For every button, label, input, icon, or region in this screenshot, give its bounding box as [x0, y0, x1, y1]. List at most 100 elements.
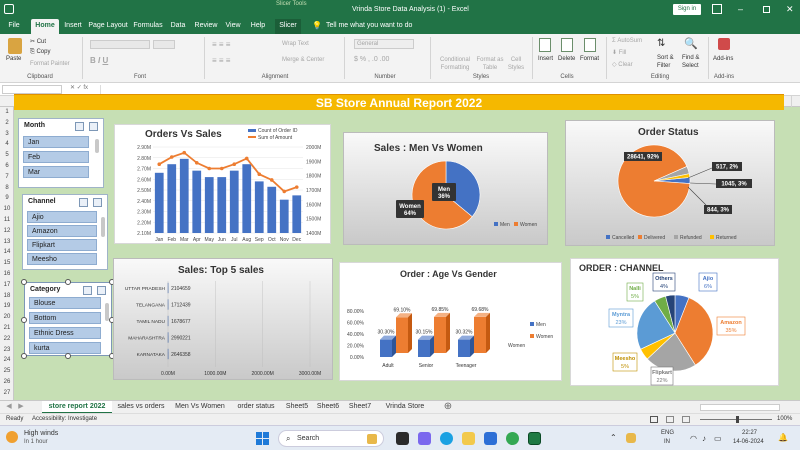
slicer-item[interactable]: Feb: [23, 151, 89, 163]
multi-select-icon[interactable]: [83, 286, 92, 295]
format-cells-icon[interactable]: [584, 38, 596, 52]
notification-icon[interactable]: 🔔: [778, 433, 788, 442]
mail-icon[interactable]: [484, 432, 497, 445]
paste-button[interactable]: Paste: [6, 56, 21, 62]
row-header-cell[interactable]: 12: [0, 226, 14, 237]
tell-me-input[interactable]: Tell me what you want to do: [326, 19, 412, 34]
row-header-cell[interactable]: 10: [0, 204, 14, 215]
slicer-item[interactable]: Mar: [23, 166, 89, 178]
tab-slicer[interactable]: Slicer: [275, 19, 301, 34]
resize-handle[interactable]: [21, 317, 27, 323]
chart-order-status[interactable]: Order Status 28641, 92% 517, 2% 1045, 3% 84…: [565, 120, 775, 246]
row-header-cell[interactable]: 17: [0, 280, 14, 291]
slicer-channel[interactable]: Channel Ajio Amazon Flipkart Meesho: [22, 194, 108, 270]
delete-cells-button[interactable]: Delete: [558, 56, 575, 62]
find-select-icon[interactable]: 🔍: [684, 37, 698, 50]
cell-styles-button[interactable]: Cell Styles: [504, 56, 528, 72]
format-as-table-button[interactable]: Format as Table: [474, 56, 506, 72]
autosave-icon[interactable]: [4, 4, 14, 14]
number-format-select[interactable]: General: [354, 39, 414, 49]
sort-filter-icon[interactable]: ⇅: [657, 38, 665, 49]
tab-data[interactable]: Data: [168, 19, 188, 34]
row-header-cell[interactable]: 5: [0, 150, 14, 161]
tab-home[interactable]: Home: [31, 19, 59, 34]
taskbar-search[interactable]: ⌕ Search: [278, 430, 384, 447]
tray-app-icon[interactable]: [626, 433, 636, 443]
page-layout-view-icon[interactable]: [666, 416, 674, 423]
normal-view-icon[interactable]: [650, 416, 658, 423]
row-header-cell[interactable]: 22: [0, 334, 14, 345]
multi-select-icon[interactable]: [75, 122, 84, 131]
row-header-cell[interactable]: 25: [0, 366, 14, 377]
format-cells-button[interactable]: Format: [580, 56, 599, 62]
slicer-scrollbar[interactable]: [101, 217, 105, 237]
ribbon-display-icon[interactable]: [712, 4, 722, 14]
bold-icon[interactable]: B I U: [90, 56, 108, 65]
file-explorer-icon[interactable]: [462, 432, 475, 445]
resize-handle[interactable]: [21, 353, 27, 359]
multi-select-icon[interactable]: [79, 198, 88, 207]
close-icon[interactable]: ✕: [786, 0, 794, 19]
wifi-icon[interactable]: ◠: [690, 434, 697, 443]
insert-cells-button[interactable]: Insert: [538, 56, 553, 62]
row-header-cell[interactable]: 23: [0, 345, 14, 356]
copy-button[interactable]: ⎘ Copy: [30, 49, 50, 56]
row-header-cell[interactable]: 24: [0, 355, 14, 366]
slicer-item[interactable]: Amazon: [27, 225, 97, 237]
paste-icon[interactable]: [8, 38, 22, 54]
row-header-cell[interactable]: 20: [0, 312, 14, 323]
row-header-cell[interactable]: 26: [0, 377, 14, 388]
slicer-item[interactable]: Meesho: [27, 253, 97, 265]
name-box[interactable]: [2, 85, 62, 94]
tab-help[interactable]: Help: [248, 19, 268, 34]
tab-insert[interactable]: Insert: [61, 19, 85, 34]
accessibility-status[interactable]: Accessibility: Investigate: [32, 416, 97, 422]
slicer-scrollbar[interactable]: [95, 139, 99, 153]
row-header-cell[interactable]: 4: [0, 139, 14, 150]
row-header-cell[interactable]: 1: [0, 107, 14, 118]
clock-time[interactable]: 22:27: [742, 430, 757, 436]
teams-icon[interactable]: [418, 432, 431, 445]
addins-button[interactable]: Add-ins: [713, 56, 733, 62]
wrap-text-button[interactable]: Wrap Text: [282, 41, 309, 47]
row-header-cell[interactable]: 9: [0, 193, 14, 204]
horizontal-scrollbar[interactable]: [700, 404, 780, 411]
slicer-item[interactable]: Jan: [23, 136, 89, 148]
language-region[interactable]: IN: [664, 439, 670, 445]
slicer-item[interactable]: kurta: [29, 342, 101, 354]
edge-icon[interactable]: [440, 432, 453, 445]
slicer-item[interactable]: Flipkart: [27, 239, 97, 251]
tab-formulas[interactable]: Formulas: [131, 19, 165, 34]
slicer-month[interactable]: Month Jan Feb Mar: [18, 118, 104, 188]
format-painter-button[interactable]: Format Painter: [30, 61, 70, 67]
chart-order-channel[interactable]: ORDER : CHANNEL Ajio 6% Amazon 35% Flipkart 2…: [570, 258, 779, 386]
clear-filter-icon[interactable]: [89, 122, 98, 131]
weather-icon[interactable]: [6, 431, 18, 443]
signin-button[interactable]: Sign in: [673, 4, 701, 15]
insert-cells-icon[interactable]: [539, 38, 551, 52]
resize-handle[interactable]: [65, 279, 71, 285]
formula-icons[interactable]: ✕ ✓ fx: [70, 84, 88, 91]
row-header-cell[interactable]: 8: [0, 183, 14, 194]
row-header-cell[interactable]: 16: [0, 269, 14, 280]
excel-icon[interactable]: [528, 432, 541, 445]
formula-input[interactable]: [100, 85, 795, 94]
clock-date[interactable]: 14-06-2024: [733, 439, 764, 445]
tab-page-layout[interactable]: Page Layout: [88, 19, 128, 34]
zoom-level[interactable]: 100%: [777, 416, 792, 422]
page-break-view-icon[interactable]: [682, 416, 690, 423]
fill-button[interactable]: ⬇ Fill: [612, 49, 626, 56]
weather-text[interactable]: High winds: [24, 430, 58, 437]
align-top-icon[interactable]: ≡ ≡ ≡: [212, 40, 230, 49]
font-size-field[interactable]: [153, 40, 175, 49]
clear-filter-icon[interactable]: [97, 286, 106, 295]
addins-icon[interactable]: [718, 38, 730, 50]
chart-age-vs-gender[interactable]: Order : Age Vs Gender 80.00% 60.00% 40.00%…: [339, 262, 562, 381]
row-header-cell[interactable]: 18: [0, 291, 14, 302]
clear-button[interactable]: ◇ Clear: [612, 61, 633, 68]
row-header-cell[interactable]: 7: [0, 172, 14, 183]
row-header-cell[interactable]: 21: [0, 323, 14, 334]
merge-center-button[interactable]: Merge & Center: [282, 57, 324, 63]
zoom-thumb[interactable]: [736, 416, 739, 423]
row-header-cell[interactable]: 3: [0, 129, 14, 140]
